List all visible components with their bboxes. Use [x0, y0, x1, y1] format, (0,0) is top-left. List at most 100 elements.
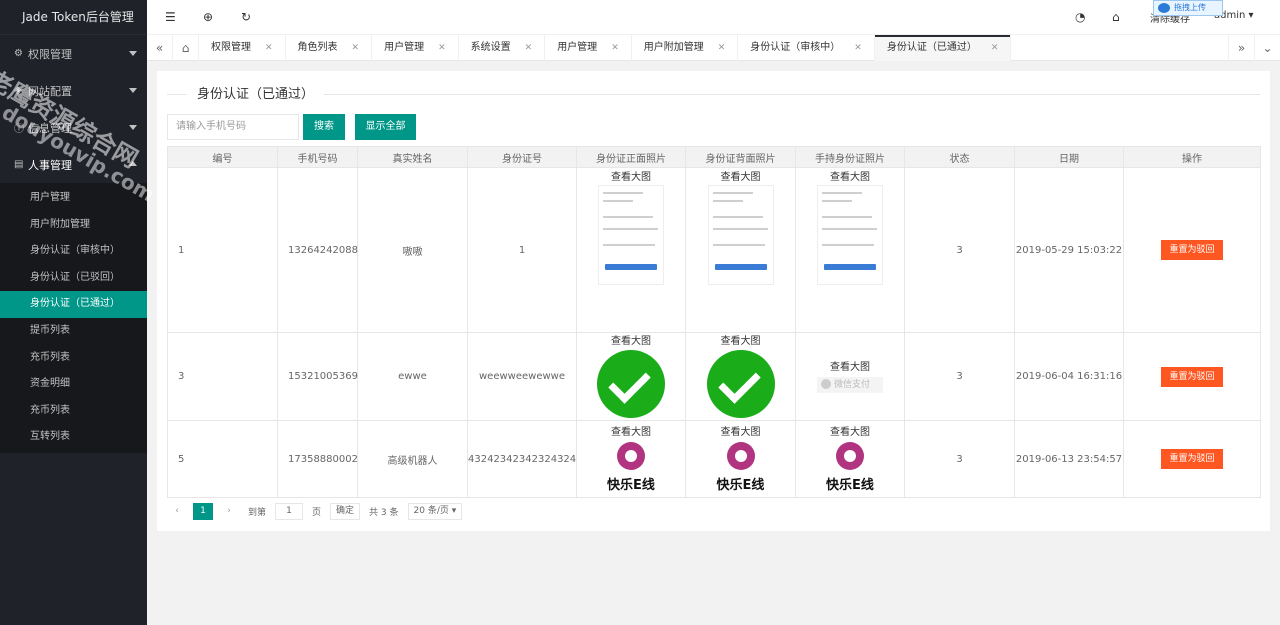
photo-thumbnail[interactable]	[817, 185, 883, 285]
page-title: 身份认证（已通过）	[187, 83, 325, 102]
wechat-pay-logo[interactable]: 微信支付	[817, 376, 883, 393]
sidebar-item-withdraw-list[interactable]: 提币列表	[0, 318, 147, 345]
kuaile-logo-icon[interactable]	[617, 441, 645, 470]
cell-action: 重置为驳回	[1123, 332, 1261, 421]
sidebar-item-fund-details[interactable]: 资金明细	[0, 371, 147, 398]
kuaile-logo-icon[interactable]	[726, 441, 755, 470]
column-header[interactable]: 真实姓名	[357, 146, 468, 168]
view-large-link[interactable]: 查看大图	[830, 361, 870, 375]
column-header[interactable]: 编号	[167, 146, 278, 168]
close-icon[interactable]: ✕	[718, 43, 726, 53]
globe-icon[interactable]: ⊕	[203, 10, 213, 24]
page-title-fieldset: 身份认证（已通过）	[167, 81, 1260, 102]
sidebar-item-auth-approved[interactable]: 身份认证（已通过）	[0, 291, 147, 318]
sidebar-item-deposit-list-2[interactable]: 充币列表	[0, 398, 147, 425]
checkmark-icon[interactable]	[597, 350, 665, 418]
photo-thumbnail[interactable]	[598, 185, 664, 285]
column-header[interactable]: 身份证号	[467, 146, 577, 168]
sidebar-item-auth-pending[interactable]: 身份认证（审核中）	[0, 238, 147, 265]
close-icon[interactable]: ✕	[438, 43, 446, 53]
close-icon[interactable]: ✕	[611, 43, 619, 53]
cell-id: 3	[167, 332, 278, 421]
view-large-link[interactable]: 查看大图	[611, 426, 651, 440]
sidebar-item-deposit-list[interactable]: 充币列表	[0, 345, 147, 372]
sidebar-item-auth-rejected[interactable]: 身份认证（已驳回）	[0, 265, 147, 292]
view-large-link[interactable]: 查看大图	[830, 426, 870, 440]
close-icon[interactable]: ✕	[525, 43, 533, 53]
tag-icon[interactable]: ⌂	[1112, 10, 1120, 24]
tab-label: 角色列表	[297, 42, 338, 53]
app-logo: Jade Token后台管理	[0, 0, 147, 35]
next-page-icon[interactable]: ›	[219, 503, 239, 520]
cell-photo-front: 查看大图 快乐E线	[576, 420, 686, 498]
theme-icon[interactable]: ◔	[1075, 10, 1085, 24]
sidebar-item-user-extra[interactable]: 用户附加管理	[0, 212, 147, 239]
cell-photo-back: 查看大图 快乐E线	[685, 420, 796, 498]
tab-label: 身份认证（审核中）	[750, 42, 841, 53]
tab-auth-pending[interactable]: 身份认证（审核中） ✕	[738, 35, 875, 61]
search-button[interactable]: 搜索	[303, 114, 345, 140]
page-number-current[interactable]: 1	[193, 502, 213, 520]
reset-to-rejected-button[interactable]: 重置为驳回	[1161, 240, 1223, 260]
page-jump-input[interactable]: 1	[275, 502, 304, 520]
tab-settings[interactable]: 系统设置 ✕	[459, 35, 546, 61]
sidebar-group-permissions[interactable]: ⚙ 权限管理	[0, 35, 147, 72]
sidebar-item-transfer-list[interactable]: 互转列表	[0, 424, 147, 451]
upload-badge[interactable]: 拖拽上传	[1153, 0, 1223, 16]
prev-page-icon[interactable]: ‹	[167, 503, 187, 520]
home-icon[interactable]: ⌂	[173, 35, 199, 61]
column-header[interactable]: 操作	[1123, 146, 1261, 168]
tab-user-extra[interactable]: 用户附加管理 ✕	[632, 35, 739, 61]
cell-status: 3	[904, 167, 1015, 333]
checkmark-icon[interactable]	[706, 350, 775, 418]
view-large-link[interactable]: 查看大图	[830, 171, 870, 185]
tabs-scroll-left-icon[interactable]: «	[147, 35, 173, 61]
photo-thumbnail[interactable]	[707, 185, 774, 285]
refresh-icon[interactable]: ↻	[241, 10, 251, 24]
view-large-link[interactable]: 查看大图	[721, 171, 761, 185]
view-large-link[interactable]: 查看大图	[721, 426, 761, 440]
view-large-link[interactable]: 查看大图	[611, 335, 651, 349]
tab-roles[interactable]: 角色列表 ✕	[286, 35, 373, 61]
tabs-bar: « ⌂ 权限管理 ✕ 角色列表 ✕ 用户管理 ✕ 系统设置 ✕ 用户管理 ✕ 用户附加管理…	[147, 35, 1280, 61]
data-table: 编号 手机号码 真实姓名 身份证号 身份证正面照片 身份证背面照片 手持身份证照…	[167, 146, 1261, 498]
tab-users-2[interactable]: 用户管理 ✕	[545, 35, 632, 61]
column-header[interactable]: 状态	[904, 146, 1015, 168]
column-header[interactable]: 手机号码	[277, 146, 358, 168]
pagination: ‹ 1 › 到第 1 页 确定 共 3 条 20 条/页 ▾	[167, 501, 468, 521]
close-icon[interactable]: ✕	[265, 43, 273, 53]
column-header[interactable]: 身份证背面照片	[685, 146, 796, 168]
view-large-link[interactable]: 查看大图	[611, 171, 651, 185]
kuaile-logo-icon[interactable]	[836, 441, 864, 470]
page-size-value: 20 条/页	[413, 505, 449, 516]
cell-date: 2019-06-04 16:31:16	[1014, 332, 1124, 421]
view-large-link[interactable]: 查看大图	[721, 335, 761, 349]
menu-fold-icon[interactable]: ☰	[165, 10, 176, 24]
column-header[interactable]: 手持身份证照片	[795, 146, 905, 168]
page-jump-confirm-button[interactable]: 确定	[330, 502, 361, 520]
cell-id: 1	[167, 167, 278, 333]
sidebar-group-label: 权限管理	[28, 47, 72, 61]
show-all-button[interactable]: 显示全部	[355, 114, 416, 140]
cell-idno: 1	[467, 167, 577, 333]
column-header[interactable]: 身份证正面照片	[576, 146, 686, 168]
chevron-down-icon[interactable]: ⌄	[1254, 35, 1280, 61]
cell-photo-handheld: 查看大图	[795, 167, 905, 333]
column-header[interactable]: 日期	[1014, 146, 1124, 168]
cube-icon: ◈	[14, 85, 22, 96]
cell-action: 重置为驳回	[1123, 167, 1261, 333]
close-icon[interactable]: ✕	[991, 43, 999, 53]
tab-auth-approved[interactable]: 身份认证（已通过） ✕	[874, 35, 1012, 61]
tab-users[interactable]: 用户管理 ✕	[372, 35, 459, 61]
tab-label: 系统设置	[470, 42, 511, 53]
close-icon[interactable]: ✕	[352, 43, 360, 53]
search-input[interactable]: 请输入手机号码	[167, 114, 299, 140]
reset-to-rejected-button[interactable]: 重置为驳回	[1161, 449, 1223, 469]
close-icon[interactable]: ✕	[854, 43, 862, 53]
wechat-icon	[821, 379, 831, 389]
page-size-select[interactable]: 20 条/页 ▾	[407, 502, 463, 520]
reset-to-rejected-button[interactable]: 重置为驳回	[1161, 366, 1223, 387]
sidebar-group-site-config[interactable]: ◈ 网站配置	[0, 72, 147, 109]
tab-permissions[interactable]: 权限管理 ✕	[199, 35, 286, 61]
tabs-scroll-right-icon[interactable]: »	[1228, 35, 1254, 61]
